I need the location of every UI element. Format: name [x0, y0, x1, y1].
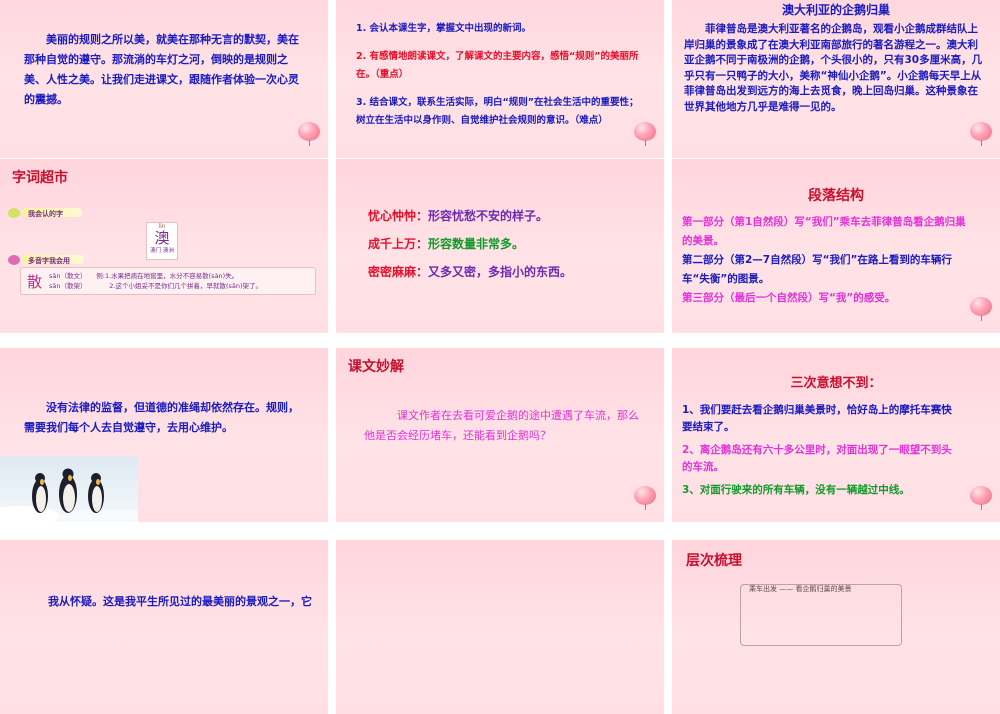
balloon-icon: [970, 297, 994, 321]
goal-item-1: 1. 会认本课生字，掌握文中出现的新词。: [356, 23, 532, 34]
slide-layer-outline: 层次梳理 乘车出发 —— 看企鹅归巢的美景: [672, 540, 1000, 714]
goal-item-3: 3. 结合课文，联系生活实际，明白“规则”在社会生活中的重要性；树立在生活中以身…: [356, 97, 639, 126]
layer-outline-title: 层次梳理: [686, 553, 742, 569]
surprise-item-2: 2、离企鹅岛还有六十多公里时，对面出现了一眼望不到头的车流。: [682, 444, 952, 473]
slide-goals: 1. 会认本课生字，掌握文中出现的新词。 2. 有感情地朗读课文，了解课文的主要…: [336, 0, 664, 158]
rules-reflection-text: 没有法律的监督，但道德的准绳却依然存在。规则，需要我们每个人去自觉遵守，去用心维…: [24, 401, 299, 434]
goal-item-2: 2. 有感情地朗读课文，了解课文的主要内容，感悟“规则”的美丽所在。（重点）: [356, 51, 639, 80]
vocab-label-recognize: 我会认的字: [28, 210, 63, 218]
text-analysis-title: 课文妙解: [348, 359, 404, 375]
word-row: 密密麻麻：又多又密，多指小的东西。: [368, 265, 573, 279]
slide-blank: [336, 540, 664, 714]
leaf-icon: [8, 208, 20, 218]
surprises-title: 三次意想不到：: [790, 376, 882, 391]
balloon-icon: [970, 486, 994, 510]
outline-box: 乘车出发 —— 看企鹅归巢的美景: [740, 584, 902, 646]
intro-text: 美丽的规则之所以美，就美在那种无言的默契，美在那种自觉的遵守。那流淌的车灯之河，…: [24, 33, 299, 106]
vocab-label-polyphone: 多音字我会用: [28, 257, 70, 265]
slide-three-surprises: 三次意想不到： 1、我们要赶去看企鹅归巢美景时，恰好岛上的摩托车赛快要结束了。 …: [672, 348, 1000, 522]
conclusion-text: 我从怀疑。这是我平生所见过的最美丽的景观之一，它: [48, 595, 312, 608]
polyphone-box: 散 sǎn（散文） 例:1.水果把病在地窖里，水分不容易散(sàn)失。 sǎn…: [20, 267, 316, 295]
char-card-char: 澳: [154, 229, 170, 247]
word-row: 成千上万：形容数量非常多。: [368, 237, 525, 251]
char-card: lín 澳 澳门 澳洲: [146, 222, 178, 260]
slide-word-meanings: 忧心忡忡：形容忧愁不安的样子。 成千上万：形容数量非常多。 密密麻麻：又多又密，…: [336, 159, 664, 333]
flower-icon: [8, 255, 20, 265]
slide-vocab-market: 字词超市 我会认的字 lín 澳 澳门 澳洲 多音字我会用 散 sǎn（散文） …: [0, 159, 328, 333]
surprise-item-3: 3、对面行驶来的所有车辆，没有一辆越过中线。: [682, 484, 910, 496]
slide-conclusion: 我从怀疑。这是我平生所见过的最美丽的景观之一，它: [0, 540, 328, 714]
vocab-market-title: 字词超市: [12, 170, 68, 186]
balloon-icon: [970, 122, 994, 146]
slide-penguin-info: 澳大利亚的企鹅归巢 菲律普岛是澳大利亚著名的企鹅岛，观看小企鹅成群结队上岸归巢的…: [672, 0, 1000, 158]
slide-intro: 美丽的规则之所以美，就美在那种无言的默契，美在那种自觉的遵守。那流淌的车灯之河，…: [0, 0, 328, 158]
penguin-photo: [0, 456, 138, 522]
balloon-icon: [298, 122, 322, 146]
slide-rules-reflection: 没有法律的监督，但道德的准绳却依然存在。规则，需要我们每个人去自觉遵守，去用心维…: [0, 348, 328, 522]
penguin-info-text: 菲律普岛是澳大利亚著名的企鹅岛，观看小企鹅成群结队上岸归巢的景象成了在澳大利亚南…: [684, 23, 983, 113]
penguin-info-title: 澳大利亚的企鹅归巢: [781, 3, 890, 17]
balloon-icon: [634, 122, 658, 146]
slide-paragraph-structure: 段落结构 第一部分（第1自然段）写“我们”乘车去菲律普岛看企鹅归巢的美景。 第二…: [672, 159, 1000, 333]
slide-text-analysis: 课文妙解 课文作者在去看可爱企鹅的途中遭遇了车流，那么他是否会经历堵车，还能看到…: [336, 348, 664, 522]
structure-part-3: 第三部分（最后一个自然段）写“我”的感受。: [682, 292, 896, 304]
structure-part-2: 第二部分（第2—7自然段）写“我们”在路上看到的车辆行车“失衡”的图景。: [682, 254, 952, 285]
word-row: 忧心忡忡：形容忧愁不安的样子。: [368, 209, 549, 223]
balloon-icon: [634, 486, 658, 510]
structure-part-1: 第一部分（第1自然段）写“我们”乘车去菲律普岛看企鹅归巢的美景。: [682, 216, 966, 247]
polyphone-char: 散: [27, 273, 43, 291]
outline-line: 乘车出发 —— 看企鹅归巢的美景: [749, 585, 852, 593]
structure-title: 段落结构: [808, 188, 864, 204]
text-analysis-question: 课文作者在去看可爱企鹅的途中遭遇了车流，那么他是否会经历堵车，还能看到企鹅吗？: [364, 409, 639, 442]
surprise-item-1: 1、我们要赶去看企鹅归巢美景时，恰好岛上的摩托车赛快要结束了。: [682, 404, 952, 433]
